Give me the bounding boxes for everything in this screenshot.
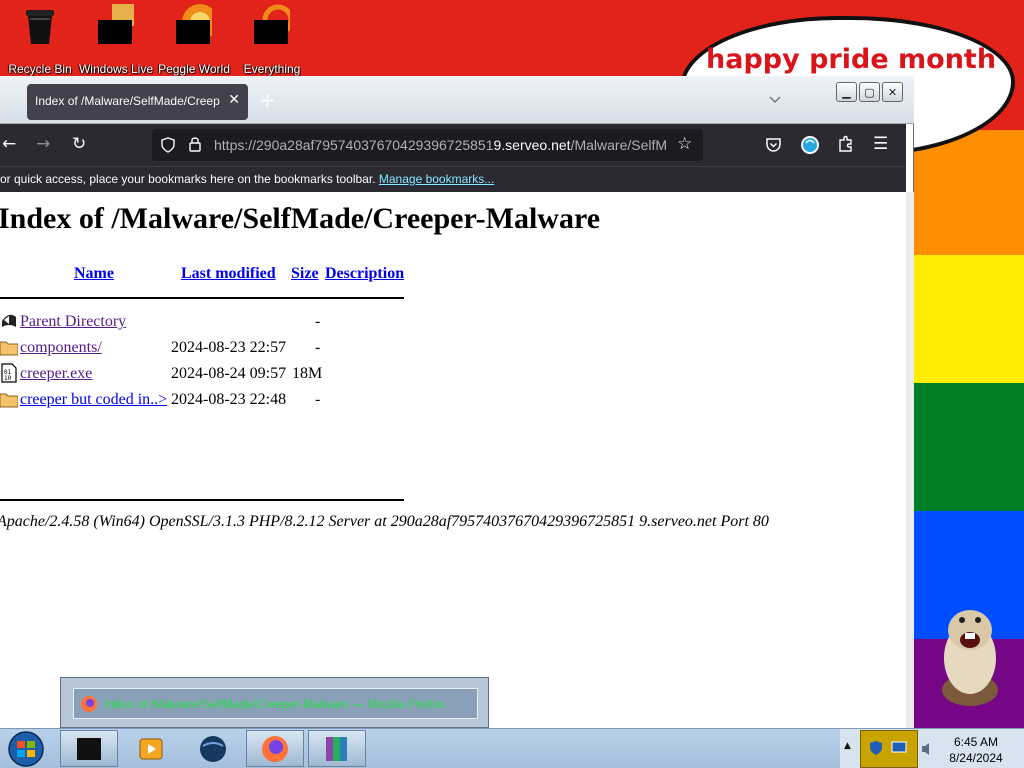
close-window-button[interactable]: ✕ (882, 82, 903, 102)
bookmarks-toolbar: or quick access, place your bookmarks he… (0, 166, 906, 192)
file-size: - (315, 339, 321, 356)
tab-close-icon[interactable]: ✕ (228, 92, 240, 108)
manage-bookmarks-link[interactable]: Manage bookmarks... (379, 172, 494, 186)
desktop-icon-everything[interactable]: Everything (232, 4, 312, 76)
file-link[interactable]: components/ (20, 339, 102, 357)
windows-live-icon (98, 4, 134, 54)
firefox-icon (81, 695, 97, 712)
desktop-icon-peggle-world[interactable]: Peggle World (154, 4, 234, 76)
tray-icons (860, 730, 918, 768)
table-row: Parent Directory - (0, 310, 420, 334)
media-player-icon (139, 738, 163, 759)
file-size: - (315, 313, 321, 330)
vertical-scrollbar[interactable] (906, 192, 914, 728)
table-row: 01 10 creeper.exe 2024-08-24 09:57 18M (0, 362, 420, 386)
firefox-window: Index of /Malware/SelfMade/Creeper-Malwa… (0, 76, 914, 728)
clock-time: 6:45 AM (953, 735, 999, 749)
table-row: components/ 2024-08-23 22:57 - (0, 336, 420, 360)
table-row: creeper but coded in..> 2024-08-23 22:48… (0, 388, 420, 412)
reload-icon[interactable]: ↻ (72, 134, 86, 154)
taskbar-preview-title: Index of /Malware/SelfMade/Creeper-Malwa… (104, 696, 445, 711)
column-header-description[interactable]: Description (325, 265, 404, 283)
file-link[interactable]: creeper but coded in..> (20, 391, 167, 409)
taskbar-item-winrar[interactable] (308, 730, 366, 767)
desktop-icon-label: Peggle World (158, 62, 230, 76)
minimize-button[interactable]: ▁ (836, 82, 857, 102)
taskbar-item-firefox[interactable] (246, 730, 304, 767)
file-size: - (315, 391, 321, 408)
taskbar-item-media-player[interactable] (122, 730, 180, 767)
file-link[interactable]: Parent Directory (20, 313, 126, 331)
page-title: Index of /Malware/SelfMade/Creeper-Malwa… (0, 202, 601, 235)
pocket-icon[interactable] (765, 137, 782, 153)
folder-icon (0, 341, 18, 356)
file-link[interactable]: creeper.exe (20, 365, 92, 383)
clock-date: 8/24/2024 (949, 751, 1003, 765)
desktop-icon-label: Everything (243, 62, 301, 76)
archive-icon (326, 736, 347, 761)
taskbar-item-globe[interactable] (184, 730, 242, 767)
server-signature: Apache/2.4.58 (Win64) OpenSSL/3.1.3 PHP/… (0, 513, 769, 530)
back-arrow-icon[interactable]: ← (2, 134, 16, 154)
bookmarks-hint: or quick access, place your bookmarks he… (0, 172, 495, 186)
speech-bubble-text: happy pride month (706, 44, 997, 75)
file-modified: 2024-08-23 22:48 (171, 391, 287, 408)
file-modified: 2024-08-23 22:57 (171, 339, 287, 356)
desktop-icon-label: Recycle Bin (8, 62, 72, 76)
start-button[interactable] (6, 731, 46, 767)
globe-icon (200, 735, 226, 762)
window-controls: ▁ ▢ ✕ (836, 82, 903, 102)
show-hidden-icons-chevron-icon[interactable]: ▲ (844, 741, 851, 751)
tab-list-chevron-icon[interactable] (768, 92, 782, 106)
browser-tab[interactable]: Index of /Malware/SelfMade/Creeper-Malwa… (27, 84, 248, 120)
system-tray: ▲ 6:45 AM 8/24/2024 (840, 729, 1024, 768)
svg-text:10: 10 (4, 375, 12, 382)
extensions-puzzle-icon[interactable] (837, 135, 855, 153)
desktop-icon-windows-live[interactable]: Windows Live (76, 4, 156, 76)
window-titlebar: Index of /Malware/SelfMade/Creeper-Malwa… (0, 76, 914, 124)
navigation-toolbar: ← → ↻ https://290a28af795740376704293967… (0, 124, 906, 166)
volume-icon[interactable] (920, 741, 934, 757)
black-window-icon (77, 737, 101, 760)
desktop-icon-recycle-bin[interactable]: Recycle Bin (0, 4, 80, 76)
tab-title: Index of /Malware/SelfMade/Creeper-Malwa… (35, 94, 220, 108)
hamburger-menu-icon[interactable]: ☰ (873, 134, 888, 154)
network-icon[interactable] (891, 741, 907, 755)
url-text[interactable]: https://290a28af795740376704293967258519… (214, 137, 672, 153)
taskbar-preview-item[interactable]: Index of /Malware/SelfMade/Creeper-Malwa… (73, 688, 478, 719)
clock[interactable]: 6:45 AM 8/24/2024 (936, 734, 1016, 766)
maximize-button[interactable]: ▢ (859, 82, 880, 102)
address-bar[interactable]: https://290a28af795740376704293967258519… (152, 129, 703, 161)
binary-file-icon: 01 10 (1, 363, 17, 383)
new-tab-icon[interactable]: + (259, 88, 276, 112)
taskbar-preview[interactable]: Index of /Malware/SelfMade/Creeper-Malwa… (60, 677, 489, 728)
account-avatar-icon[interactable] (800, 135, 820, 155)
recycle-bin-icon (26, 10, 54, 44)
column-header-last-modified[interactable]: Last modified (181, 265, 276, 283)
page-content: Index of /Malware/SelfMade/Creeper-Malwa… (0, 192, 906, 728)
folder-icon (0, 393, 18, 408)
desktop-icon-label: Windows Live (78, 62, 154, 76)
forward-arrow-icon[interactable]: → (36, 134, 50, 154)
column-header-name[interactable]: Name (74, 265, 114, 283)
table-divider-bottom (0, 499, 404, 501)
bookmark-star-icon[interactable]: ☆ (677, 134, 692, 154)
beaver-mascot-image (942, 610, 998, 706)
firefox-icon (262, 735, 288, 762)
shield-icon[interactable] (869, 740, 883, 756)
parent-directory-icon (2, 314, 16, 327)
file-size: 18M (292, 365, 323, 382)
taskbar-item-black-window[interactable] (60, 730, 118, 767)
column-header-size[interactable]: Size (291, 265, 319, 283)
lock-icon[interactable] (188, 136, 202, 152)
table-divider-top (0, 297, 404, 299)
tracking-shield-icon[interactable] (160, 137, 176, 153)
everything-search-icon (254, 4, 294, 54)
file-modified: 2024-08-24 09:57 (171, 365, 287, 382)
taskbar: ▲ 6:45 AM 8/24/2024 (0, 728, 1024, 768)
peggle-world-icon (176, 4, 218, 54)
